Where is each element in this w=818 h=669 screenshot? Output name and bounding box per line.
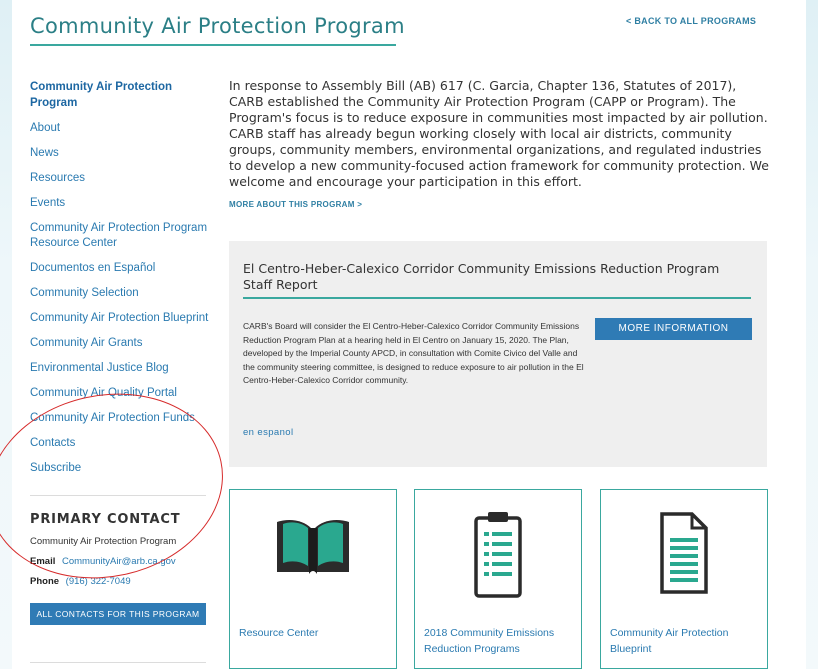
sidebar-item-news[interactable]: News bbox=[30, 146, 220, 162]
card-community-air-protection-blueprint[interactable]: Community Air Protection Blueprint bbox=[600, 489, 768, 669]
card-resource-center[interactable]: Resource Center bbox=[229, 489, 397, 669]
back-to-all-programs-link[interactable]: < BACK TO ALL PROGRAMS bbox=[626, 16, 756, 26]
sidebar-item-air-protection-funds[interactable]: Community Air Protection Funds bbox=[30, 411, 220, 427]
sidebar-item-blueprint[interactable]: Community Air Protection Blueprint bbox=[30, 311, 220, 327]
sidebar-item-resource-center[interactable]: Community Air Protection Program Resourc… bbox=[30, 221, 220, 252]
phone-label: Phone bbox=[30, 575, 60, 587]
sidebar-item-community-selection[interactable]: Community Selection bbox=[30, 286, 220, 302]
program-intro-text: In response to Assembly Bill (AB) 617 (C… bbox=[229, 78, 769, 189]
contact-name: Community Air Protection Program bbox=[30, 535, 177, 547]
feature-title-underline bbox=[243, 297, 751, 299]
page-title: Community Air Protection Program bbox=[30, 14, 405, 38]
all-contacts-button[interactable]: ALL CONTACTS FOR THIS PROGRAM bbox=[30, 602, 206, 625]
sidebar-item-contacts[interactable]: Contacts bbox=[30, 436, 220, 452]
card-label: 2018 Community Emissions Reduction Progr… bbox=[424, 627, 555, 655]
sidebar-item-resources[interactable]: Resources bbox=[30, 171, 220, 187]
contact-phone-row: Phone (916) 322-7049 bbox=[30, 576, 220, 587]
sidebar-item-air-quality-portal[interactable]: Community Air Quality Portal bbox=[30, 386, 220, 402]
feature-title: El Centro-Heber-Calexico Corridor Commun… bbox=[243, 261, 720, 292]
sidebar-item-documentos-en-espanol[interactable]: Documentos en Español bbox=[30, 261, 220, 277]
sidebar-item-community-air-protection-program[interactable]: Community Air Protection Program bbox=[30, 80, 220, 111]
sidebar-item-community-air-grants[interactable]: Community Air Grants bbox=[30, 336, 220, 352]
contact-email-row: Email CommunityAir@arb.ca.gov bbox=[30, 556, 220, 567]
card-label: Resource Center bbox=[239, 627, 319, 639]
email-label: Email bbox=[30, 555, 56, 567]
clipboard-icon bbox=[415, 510, 581, 600]
book-icon bbox=[230, 510, 396, 600]
sidebar-nav: Community Air Protection Program About N… bbox=[30, 80, 220, 625]
sidebar-divider bbox=[30, 494, 206, 496]
card-2018-emissions-reduction-programs[interactable]: 2018 Community Emissions Reduction Progr… bbox=[414, 489, 582, 669]
feature-description: CARB's Board will consider the El Centro… bbox=[243, 321, 584, 385]
card-label: Community Air Protection Blueprint bbox=[610, 627, 729, 655]
contact-email-link[interactable]: CommunityAir@arb.ca.gov bbox=[62, 556, 176, 567]
page: Community Air Protection Program < BACK … bbox=[0, 0, 806, 669]
sidebar-item-environmental-justice-blog[interactable]: Environmental Justice Blog bbox=[30, 361, 220, 377]
more-information-button[interactable]: MORE INFORMATION bbox=[595, 318, 752, 340]
primary-contact-heading: PRIMARY CONTACT bbox=[30, 511, 181, 527]
featured-staff-report-panel: El Centro-Heber-Calexico Corridor Commun… bbox=[229, 241, 767, 467]
title-underline bbox=[30, 44, 396, 46]
sidebar-bottom-divider bbox=[30, 662, 206, 663]
document-icon bbox=[601, 510, 767, 600]
contact-phone-link[interactable]: (916) 322-7049 bbox=[66, 576, 131, 587]
en-espanol-link[interactable]: en espanol bbox=[243, 427, 293, 438]
sidebar-item-events[interactable]: Events bbox=[30, 196, 220, 212]
sidebar-item-about[interactable]: About bbox=[30, 121, 220, 137]
sidebar-item-subscribe[interactable]: Subscribe bbox=[30, 461, 220, 477]
more-about-program-link[interactable]: MORE ABOUT THIS PROGRAM > bbox=[229, 200, 362, 209]
